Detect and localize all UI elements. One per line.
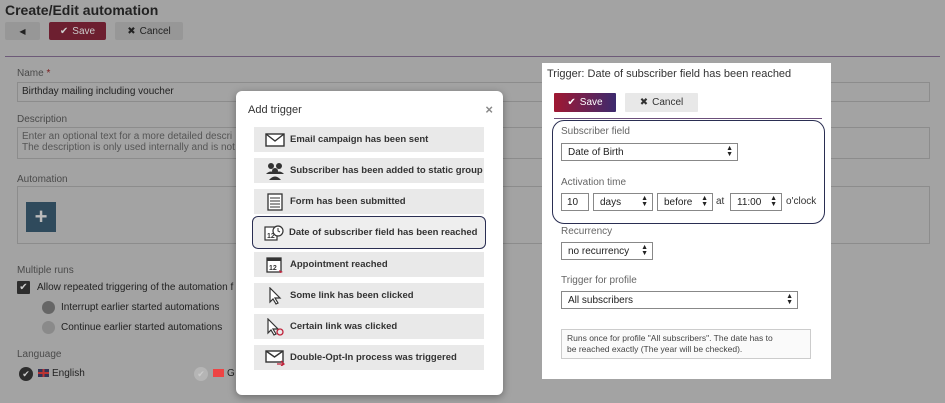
cursor-icon	[264, 286, 286, 306]
back-arrow-icon: ◀	[19, 26, 26, 36]
description-label: Description	[17, 114, 68, 125]
header-divider	[5, 56, 940, 57]
trigger-double-opt-in[interactable]: Double-Opt-In process was triggered	[254, 345, 484, 370]
de-flag-icon	[213, 369, 224, 378]
check-icon: ✔	[59, 25, 69, 37]
plus-icon: +	[34, 204, 48, 229]
trigger-for-profile-select[interactable]: All subscribers ▲ ▼	[561, 291, 798, 309]
select-value: days	[600, 196, 622, 208]
updown-arrow-icon: ▲ ▼	[770, 195, 777, 208]
trigger-date-field-reached[interactable]: 12 Date of subscriber field has been rea…	[252, 216, 486, 249]
updown-arrow-icon: ▲ ▼	[726, 145, 733, 158]
check-icon: ✔	[19, 282, 28, 293]
allow-repeated-checkbox[interactable]: ✔	[17, 281, 30, 294]
interrupt-label: Interrupt earlier started automations	[61, 302, 220, 313]
trigger-some-link-clicked[interactable]: Some link has been clicked	[254, 283, 484, 308]
activation-direction-select[interactable]: before ▲ ▼	[657, 193, 713, 211]
trigger-label: Email campaign has been sent	[290, 134, 429, 145]
updown-arrow-icon: ▲ ▼	[786, 293, 793, 306]
check-icon: ✔	[197, 368, 205, 379]
save-button[interactable]: ✔ Save	[49, 22, 106, 40]
svg-text:12: 12	[269, 265, 277, 272]
save-label: Save	[579, 97, 603, 108]
language-german-label: G	[213, 368, 235, 379]
check-icon: ✔	[567, 97, 576, 108]
add-trigger-button[interactable]: +	[26, 202, 56, 232]
trigger-label: Form has been submitted	[290, 196, 406, 207]
recurrency-select[interactable]: no recurrency ▲ ▼	[561, 242, 653, 260]
trigger-save-button[interactable]: ✔ Save	[554, 93, 616, 112]
language-english-checkbox[interactable]: ✔	[19, 367, 33, 381]
trigger-email-campaign-sent[interactable]: Email campaign has been sent	[254, 127, 484, 152]
subscriber-field-label: Subscriber field	[561, 126, 630, 137]
x-icon: ✖	[127, 25, 136, 37]
activation-time-label: Activation time	[561, 177, 627, 188]
trigger-cancel-button[interactable]: ✖ Cancel	[625, 93, 698, 112]
language-english-label: English	[38, 368, 85, 379]
recurrency-label: Recurrency	[561, 226, 613, 237]
cursor-target-icon	[264, 317, 286, 337]
trigger-label: Appointment reached	[290, 259, 388, 270]
envelope-arrow-icon	[264, 348, 286, 368]
trigger-label: Certain link was clicked	[290, 321, 398, 332]
modal-title: Add trigger	[248, 104, 302, 116]
updown-arrow-icon: ▲ ▼	[641, 195, 648, 208]
back-button[interactable]: ◀	[5, 22, 40, 40]
trigger-appointment-reached[interactable]: 12 Appointment reached	[254, 252, 484, 277]
info-line-2: be reached exactly (The year will be che…	[567, 344, 743, 354]
cancel-label: Cancel	[652, 97, 684, 108]
trigger-label: Some link has been clicked	[290, 290, 414, 301]
select-value: All subscribers	[568, 294, 634, 306]
form-icon	[264, 192, 286, 212]
interrupt-radio[interactable]	[42, 301, 55, 314]
info-box: Runs once for profile "All subscribers".…	[561, 329, 811, 359]
uk-flag-icon	[38, 369, 49, 378]
subscriber-field-select[interactable]: Date of Birth ▲ ▼	[561, 143, 738, 161]
panel-divider	[554, 118, 822, 119]
trigger-label: Double-Opt-In process was triggered	[290, 352, 457, 363]
updown-arrow-icon: ▲ ▼	[701, 195, 708, 208]
page-title: Create/Edit automation	[5, 2, 159, 18]
cancel-label: Cancel	[139, 25, 171, 37]
calendar-icon: 12	[264, 255, 286, 275]
select-value: 11:00	[737, 196, 762, 208]
language-label: Language	[17, 349, 62, 360]
select-value: Date of Birth	[568, 146, 624, 158]
continue-radio[interactable]	[42, 321, 55, 334]
allow-repeated-label: Allow repeated triggering of the automat…	[37, 282, 234, 293]
updown-arrow-icon: ▲ ▼	[641, 244, 648, 257]
trigger-label: Subscriber has been added to static grou…	[290, 165, 483, 176]
name-label: Name *	[17, 68, 51, 79]
activation-amount-input[interactable]: 10	[561, 193, 589, 211]
automation-label: Automation	[17, 174, 68, 185]
trigger-certain-link-clicked[interactable]: Certain link was clicked	[254, 314, 484, 339]
cancel-button[interactable]: ✖ Cancel	[115, 22, 183, 40]
trigger-label: Date of subscriber field has been reache…	[289, 227, 478, 238]
info-line-1: Runs once for profile "All subscribers".…	[567, 333, 773, 343]
select-value: no recurrency	[568, 245, 630, 257]
trigger-settings-panel: Trigger: Date of subscriber field has be…	[542, 63, 831, 379]
oclock-text: o'clock	[786, 196, 817, 207]
x-icon: ✖	[639, 97, 649, 108]
continue-label: Continue earlier started automations	[61, 322, 223, 333]
add-trigger-modal: Add trigger × Email campaign has been se…	[236, 91, 503, 395]
panel-title: Trigger: Date of subscriber field has be…	[547, 68, 792, 80]
activation-unit-select[interactable]: days ▲ ▼	[593, 193, 653, 211]
trigger-added-to-group[interactable]: Subscriber has been added to static grou…	[254, 158, 484, 183]
trigger-form-submitted[interactable]: Form has been submitted	[254, 189, 484, 214]
language-german-checkbox[interactable]: ✔	[194, 367, 208, 381]
calendar-clock-icon: 12	[263, 223, 285, 243]
group-icon	[264, 161, 286, 181]
at-text: at	[716, 196, 725, 207]
check-icon: ✔	[22, 368, 30, 379]
select-value: before	[664, 196, 693, 208]
multiple-runs-label: Multiple runs	[17, 265, 74, 276]
envelope-icon	[264, 130, 286, 150]
save-label: Save	[72, 25, 96, 37]
trigger-for-profile-label: Trigger for profile	[561, 275, 637, 286]
activation-time-select[interactable]: 11:00 ▲ ▼	[730, 193, 782, 211]
close-icon[interactable]: ×	[485, 102, 493, 117]
